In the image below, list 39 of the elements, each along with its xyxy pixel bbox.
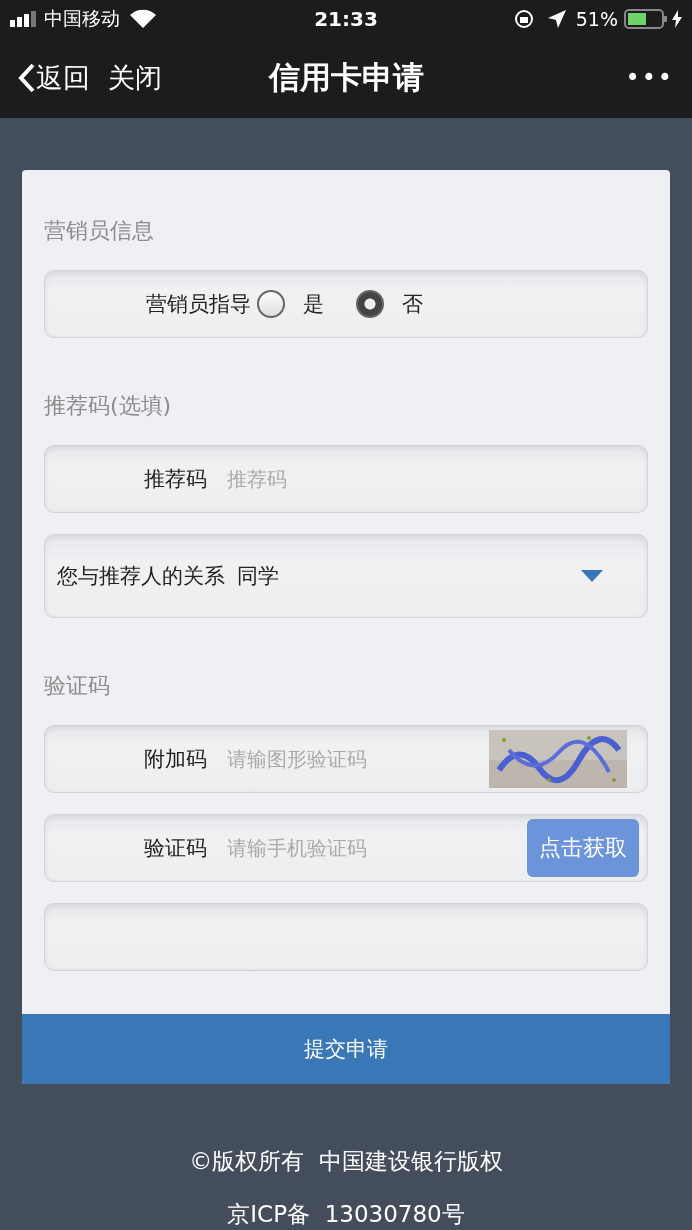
footer-text: 京ICP备 13030780号 (227, 1200, 465, 1229)
field-label: 您与推荐人的关系 (56, 563, 225, 590)
field-label: 营销员指导 (145, 291, 251, 318)
captcha-field[interactable]: 附加码 请输图形验证码 (44, 725, 648, 793)
radio-button[interactable] (257, 290, 285, 318)
radio-button[interactable] (356, 290, 384, 318)
footer-text: ©版权所有 中国建设银行版权 (189, 1147, 503, 1176)
field-label: 推荐码 (143, 466, 207, 493)
location-arrow-icon (547, 10, 566, 28)
wifi-icon (130, 9, 156, 29)
sms-code-field[interactable]: 验证码 请输手机验证码 点击获取 (44, 814, 648, 882)
caret-icon (581, 570, 603, 582)
rotation-lock-icon (513, 9, 534, 29)
battery-percent: 51% (575, 8, 618, 30)
option-label: 是 (303, 291, 324, 318)
field-label: 附加码 (143, 746, 207, 773)
option-label: 否 (402, 291, 423, 318)
text-input[interactable]: 推荐码 (225, 466, 641, 492)
more-button[interactable]: ••• (625, 64, 674, 92)
input-field[interactable] (44, 903, 648, 971)
select-value: 同学 (237, 563, 279, 590)
sms-code-input[interactable]: 请输手机验证码 (225, 835, 527, 861)
close-link[interactable]: 关闭 (108, 60, 162, 96)
charging-bolt-icon (672, 10, 682, 28)
back-link[interactable]: 返回 (36, 60, 90, 96)
signal-icon (10, 11, 38, 27)
captcha-input[interactable]: 请输图形验证码 (225, 746, 478, 772)
clock-time: 21:33 (313, 7, 379, 31)
select-field[interactable]: 您与推荐人的关系 同学 (44, 534, 648, 618)
back-chevron-icon[interactable] (18, 63, 36, 93)
section-title: 营销员信息 (44, 217, 155, 245)
section-title: 推荐码(选填) (44, 392, 173, 420)
field-label: 验证码 (143, 835, 207, 862)
page-title: 信用卡申请 (267, 58, 425, 97)
text-field[interactable]: 推荐码 推荐码 (44, 445, 648, 513)
section-title: 验证码 (44, 672, 111, 700)
battery-icon (624, 9, 668, 29)
carrier-name: 中国移动 (44, 6, 120, 31)
submit-button[interactable]: 提交申请 (22, 1014, 670, 1084)
